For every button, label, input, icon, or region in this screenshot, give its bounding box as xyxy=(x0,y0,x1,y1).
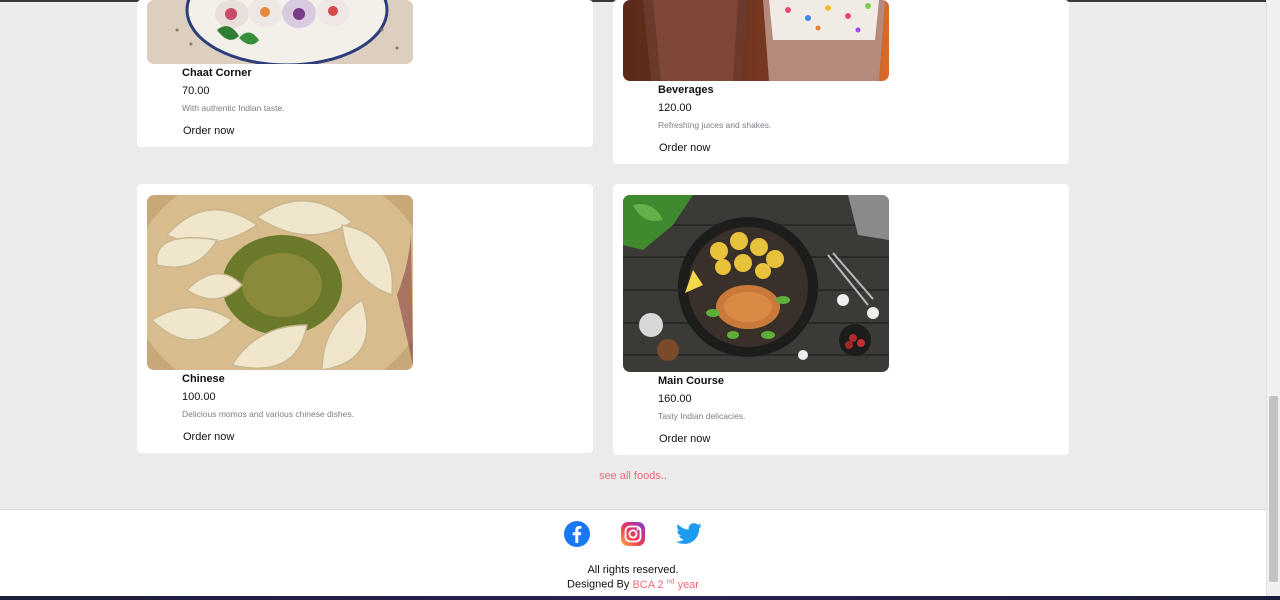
card-price: 70.00 xyxy=(182,85,210,97)
order-now-button[interactable]: Order now xyxy=(659,142,710,154)
food-card-chinese: Chinese 100.00 Delicious momos and vario… xyxy=(137,184,593,453)
social-links xyxy=(0,520,1266,548)
beverages-photo xyxy=(623,0,889,81)
footer: All rights reserved. Designed By BCA 2 n… xyxy=(0,509,1266,597)
order-now-button[interactable]: Order now xyxy=(183,431,234,443)
see-all-foods-link[interactable]: see all foods.. xyxy=(0,470,1266,482)
copyright-text: All rights reserved. xyxy=(587,564,679,576)
card-title: Main Course xyxy=(658,375,725,387)
facebook-icon[interactable] xyxy=(563,520,591,548)
designed-by-text: Designed By BCA 2 nd year xyxy=(0,578,1266,591)
food-card-chaat-corner: Chaat Corner 70.00 With authentic Indian… xyxy=(137,0,593,147)
food-card-beverages: Beverages 120.00 Refreshing juices and s… xyxy=(613,0,1069,164)
instagram-icon[interactable] xyxy=(619,520,647,548)
card-description: With authentic Indian taste. xyxy=(182,103,285,113)
taskbar-edge xyxy=(0,596,1280,600)
designer-name-sup: nd xyxy=(666,578,675,585)
card-description: Tasty Indian delicacies. xyxy=(658,411,746,421)
momos-photo xyxy=(147,195,413,370)
designed-by-prefix: Designed By xyxy=(567,578,630,591)
card-description: Refreshing juices and shakes. xyxy=(658,120,772,130)
spring-rolls-photo xyxy=(147,0,413,64)
designer-name-suffix: year xyxy=(677,578,699,591)
card-title: Beverages xyxy=(658,84,714,96)
card-price: 160.00 xyxy=(658,393,692,405)
page-scrollbar[interactable] xyxy=(1266,0,1280,596)
card-price: 100.00 xyxy=(182,391,216,403)
scrollbar-thumb[interactable] xyxy=(1269,396,1278,582)
twitter-icon[interactable] xyxy=(675,520,703,548)
order-now-button[interactable]: Order now xyxy=(183,125,234,137)
card-title: Chaat Corner xyxy=(182,67,252,79)
food-card-main-course: Main Course 160.00 Tasty Indian delicaci… xyxy=(613,184,1069,455)
designer-name-main: BCA 2 xyxy=(632,578,664,591)
card-price: 120.00 xyxy=(658,102,692,114)
main-course-photo xyxy=(623,195,889,372)
card-title: Chinese xyxy=(182,373,225,385)
card-description: Delicious momos and various chinese dish… xyxy=(182,409,354,419)
designer-name: BCA 2 nd year xyxy=(632,578,699,591)
order-now-button[interactable]: Order now xyxy=(659,433,710,445)
